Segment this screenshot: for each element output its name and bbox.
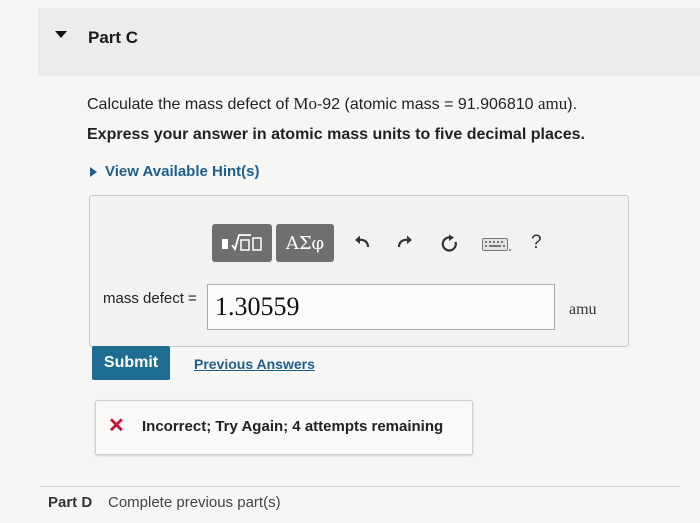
question-isotope: Mo — [293, 94, 317, 113]
undo-icon[interactable] — [353, 234, 371, 250]
caret-right-icon — [90, 166, 97, 177]
question-text: Calculate the mass defect of Mo-92 (atom… — [87, 94, 577, 114]
templates-button[interactable] — [212, 224, 272, 262]
feedback-message: Incorrect; Try Again; 4 attempts remaini… — [142, 418, 444, 435]
collapse-caret-icon[interactable] — [55, 31, 67, 38]
page: Part C Calculate the mass defect of Mo-9… — [0, 0, 700, 523]
x-icon: ✕ — [108, 415, 125, 437]
redo-icon[interactable] — [396, 234, 414, 250]
view-hints-label: View Available Hint(s) — [105, 163, 260, 180]
question-end: ). — [567, 96, 578, 113]
previous-answers-link[interactable]: Previous Answers — [194, 356, 315, 372]
reset-icon[interactable] — [440, 234, 460, 254]
answer-input[interactable] — [207, 284, 555, 330]
keyboard-icon[interactable] — [482, 238, 512, 252]
view-hints-link[interactable]: View Available Hint(s) — [90, 163, 260, 180]
divider — [40, 486, 680, 487]
instruction-text: Express your answer in atomic mass units… — [87, 126, 585, 143]
submit-button[interactable]: Submit — [92, 346, 170, 380]
part-title: Part C — [88, 28, 139, 47]
help-icon[interactable]: ? — [531, 232, 542, 254]
question-unit: amu — [537, 94, 568, 113]
question-prefix: Calculate the mass defect of — [87, 96, 294, 113]
answer-label: mass defect = — [103, 290, 197, 307]
symbols-button[interactable]: ΑΣφ — [276, 224, 334, 262]
templates-sqrt-icon — [222, 234, 262, 251]
question-isotope-suffix: -92 (atomic mass = 91.906810 — [316, 96, 538, 113]
part-d-status: Complete previous part(s) — [108, 494, 281, 511]
part-d-label[interactable]: Part D — [48, 494, 92, 511]
answer-unit: amu — [569, 301, 597, 318]
